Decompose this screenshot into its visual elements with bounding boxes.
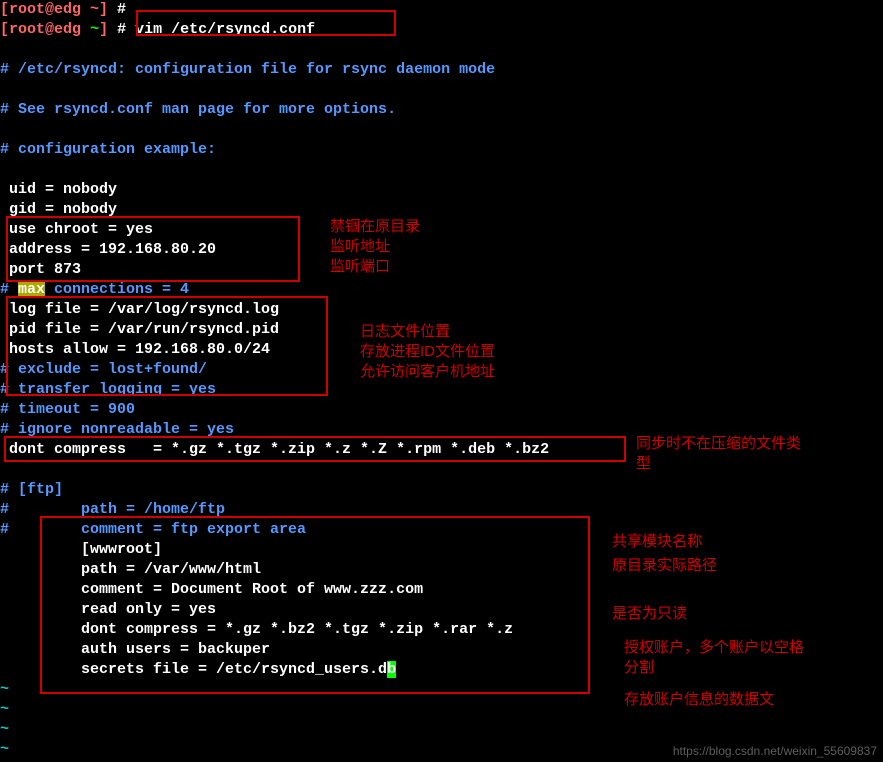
config-ftp-path: # path = /home/ftp (0, 500, 883, 520)
comment-line: # See rsyncd.conf man page for more opti… (0, 100, 883, 120)
comment-line: # /etc/rsyncd: configuration file for rs… (0, 60, 883, 80)
config-module-path: path = /var/www/html (0, 560, 883, 580)
search-highlight: max (18, 281, 45, 298)
annot-path: 原目录实际路径 (612, 556, 717, 576)
annot-log: 日志文件位置 (360, 322, 450, 342)
config-module-wwwroot: [wwwroot] (0, 540, 883, 560)
config-transfer-logging: # transfer logging = yes (0, 380, 883, 400)
command-text: vim /etc/rsyncd.conf (135, 21, 315, 38)
prev-bracket: [ (0, 1, 9, 18)
config-read-only: read only = yes (0, 600, 883, 620)
config-max-conn: # max connections = 4 (0, 280, 883, 300)
annot-dont-compress: 同步时不在压缩的文件类 (636, 434, 801, 454)
annot-auth-2: 分割 (624, 658, 654, 678)
annot-secrets: 存放账户信息的数据文 (624, 690, 774, 710)
annot-module: 共享模块名称 (612, 532, 702, 552)
prompt-line: [root@edg ~] # vim /etc/rsyncd.conf (0, 20, 883, 40)
watermark: https://blog.csdn.net/weixin_55609837 (673, 744, 877, 758)
config-port: port 873 (0, 260, 883, 280)
config-address: address = 192.168.80.20 (0, 240, 883, 260)
config-ftp-module: # [ftp] (0, 480, 883, 500)
annot-port: 监听端口 (330, 257, 390, 277)
annot-auth: 授权账户，多个账户以空格 (624, 638, 804, 658)
annot-dont-compress-2: 型 (636, 454, 651, 474)
cursor: b (387, 661, 396, 678)
vim-tilde: ~ (0, 720, 883, 740)
config-timeout: # timeout = 900 (0, 400, 883, 420)
config-ftp-comment: # comment = ftp export area (0, 520, 883, 540)
annot-pid: 存放进程ID文件位置 (360, 342, 495, 362)
annot-addr: 监听地址 (330, 237, 390, 257)
comment-line: # configuration example: (0, 140, 883, 160)
annot-chroot: 禁锢在原目录 (330, 217, 420, 237)
prompt-dir: ~ (81, 21, 99, 38)
config-module-comment: comment = Document Root of www.zzz.com (0, 580, 883, 600)
config-secrets-file: secrets file = /etc/rsyncd_users.db (0, 660, 883, 680)
prev-prompt-line: [root@edg ~] # (0, 0, 883, 20)
annot-hosts: 允许访问客户机地址 (360, 362, 495, 382)
config-logfile: log file = /var/log/rsyncd.log (0, 300, 883, 320)
config-module-dont-compress: dont compress = *.gz *.bz2 *.tgz *.zip *… (0, 620, 883, 640)
prompt-user: root (9, 21, 45, 38)
config-uid: uid = nobody (0, 180, 883, 200)
config-gid: gid = nobody (0, 200, 883, 220)
prompt-host: edg (54, 21, 81, 38)
annot-readonly: 是否为只读 (612, 604, 687, 624)
config-chroot: use chroot = yes (0, 220, 883, 240)
